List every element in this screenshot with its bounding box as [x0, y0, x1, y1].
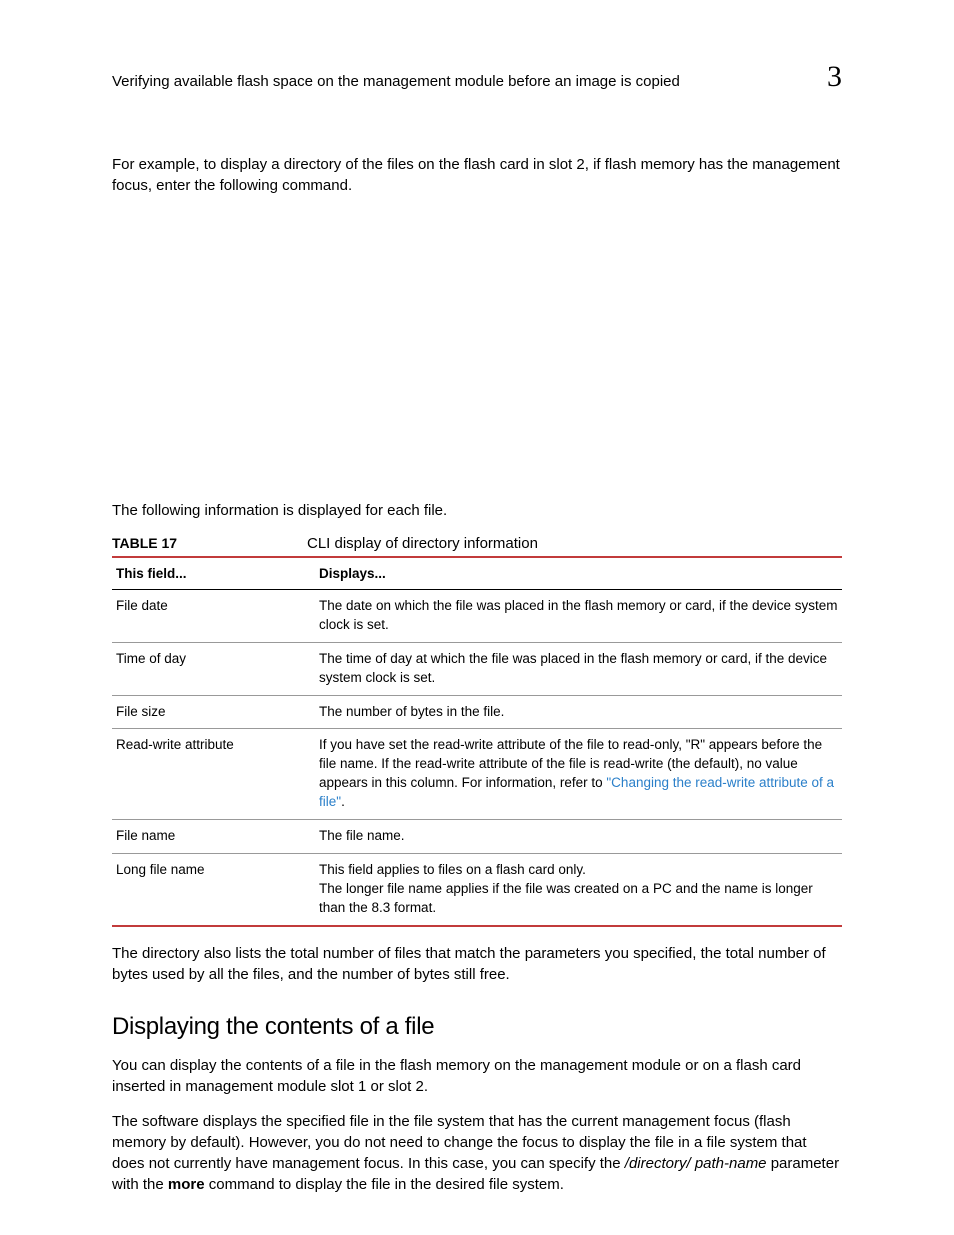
table-row: File date The date on which the file was… [112, 590, 842, 643]
cell-field: Time of day [112, 642, 315, 695]
table-caption: TABLE 17 CLI display of directory inform… [112, 535, 842, 552]
after-table-paragraph: The directory also lists the total numbe… [112, 943, 842, 985]
cell-field: File size [112, 695, 315, 729]
table-row: Long file name This field applies to fil… [112, 853, 842, 925]
section-heading: Displaying the contents of a file [112, 1013, 842, 1041]
table-row: Time of day The time of day at which the… [112, 642, 842, 695]
intro-paragraph: For example, to display a directory of t… [112, 154, 842, 196]
table-label: TABLE 17 [112, 535, 307, 551]
section-para-1: You can display the contents of a file i… [112, 1055, 842, 1097]
cell-displays: The file name. [315, 820, 842, 854]
col-header-displays: Displays... [315, 557, 842, 590]
section-para-2: The software displays the specified file… [112, 1111, 842, 1195]
col-header-field: This field... [112, 557, 315, 590]
text-segment: . [341, 794, 345, 809]
cell-displays: The time of day at which the file was pl… [315, 642, 842, 695]
cell-field: File date [112, 590, 315, 643]
text-line: The longer file name applies if the file… [319, 880, 838, 918]
header-title: Verifying available flash space on the m… [112, 73, 680, 90]
cell-displays: This field applies to files on a flash c… [315, 853, 842, 925]
cell-field: Long file name [112, 853, 315, 925]
table-row: Read-write attribute If you have set the… [112, 729, 842, 820]
cell-displays: The date on which the file was placed in… [315, 590, 842, 643]
cell-displays: The number of bytes in the file. [315, 695, 842, 729]
lead-in-text: The following information is displayed f… [112, 500, 842, 521]
chapter-number: 3 [827, 60, 842, 94]
text-segment: command to display the file in the desir… [205, 1176, 564, 1193]
cell-field: File name [112, 820, 315, 854]
table-row: File size The number of bytes in the fil… [112, 695, 842, 729]
command-text: more [168, 1176, 205, 1193]
cell-displays: If you have set the read-write attribute… [315, 729, 842, 820]
param-text: /directory/ path-name [625, 1155, 767, 1172]
page-header: Verifying available flash space on the m… [112, 60, 842, 94]
blank-space [112, 210, 842, 500]
table-title: CLI display of directory information [307, 535, 538, 552]
cell-field: Read-write attribute [112, 729, 315, 820]
text-line: This field applies to files on a flash c… [319, 861, 838, 880]
table-row: File name The file name. [112, 820, 842, 854]
directory-info-table: This field... Displays... File date The … [112, 556, 842, 927]
